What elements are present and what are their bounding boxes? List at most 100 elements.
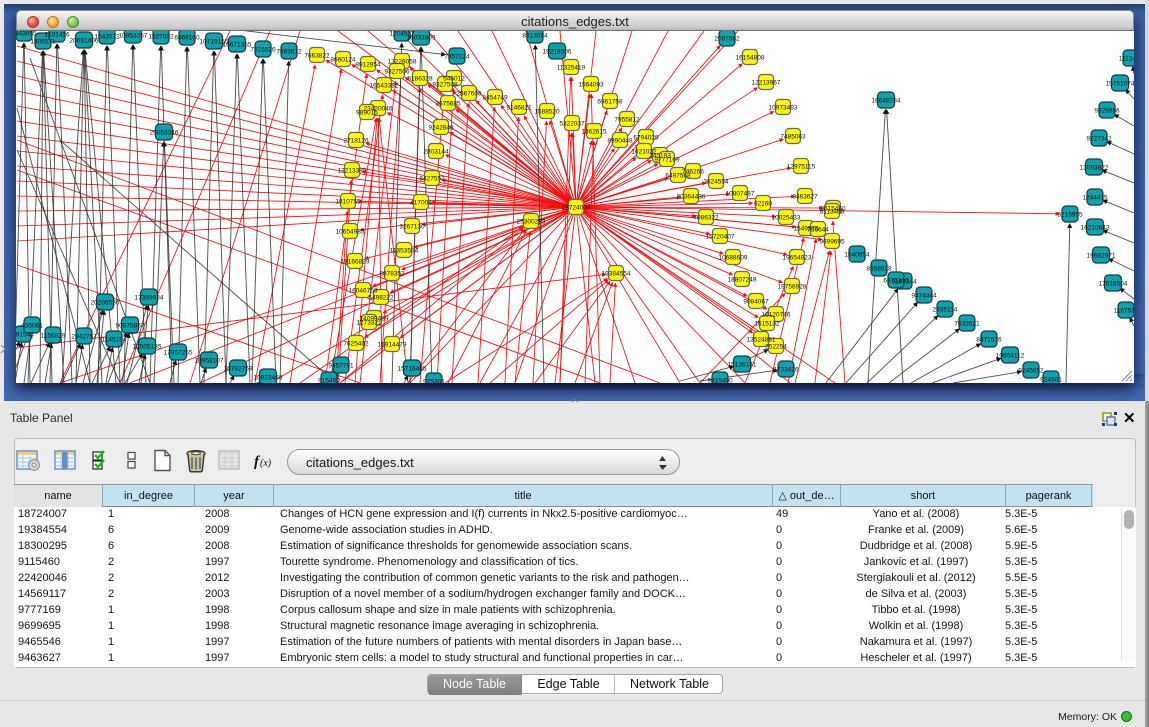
svg-text:1527602: 1527602 bbox=[148, 33, 174, 40]
svg-text:2803144: 2803144 bbox=[423, 148, 449, 155]
svg-text:16033809: 16033809 bbox=[407, 34, 436, 41]
svg-text:975301: 975301 bbox=[423, 378, 445, 383]
svg-text:7955812: 7955812 bbox=[614, 116, 640, 123]
svg-text:25300293: 25300293 bbox=[517, 218, 546, 225]
svg-text:417004: 417004 bbox=[410, 199, 432, 206]
svg-text:8427552: 8427552 bbox=[419, 175, 445, 182]
svg-text:8878352: 8878352 bbox=[379, 270, 405, 277]
svg-text:1564093: 1564093 bbox=[578, 81, 604, 88]
svg-text:1943055: 1943055 bbox=[16, 31, 37, 37]
svg-text:1615132: 1615132 bbox=[754, 320, 780, 327]
svg-text:8113468: 8113468 bbox=[820, 208, 845, 215]
svg-text:15720407: 15720407 bbox=[706, 233, 735, 240]
svg-text:16782759: 16782759 bbox=[224, 365, 253, 372]
svg-text:10958107: 10958107 bbox=[195, 357, 224, 364]
svg-text:8471676: 8471676 bbox=[976, 336, 1002, 343]
svg-text:16120746: 16120746 bbox=[762, 311, 791, 318]
svg-text:9327508: 9327508 bbox=[432, 81, 458, 88]
svg-text:10973493: 10973493 bbox=[769, 104, 798, 111]
svg-text:6961758: 6961758 bbox=[597, 98, 623, 105]
svg-text:1112409: 1112409 bbox=[1119, 55, 1134, 62]
svg-text:1588520: 1588520 bbox=[534, 108, 560, 115]
svg-text:13226058: 13226058 bbox=[388, 58, 417, 65]
svg-text:16210643: 16210643 bbox=[1081, 224, 1110, 231]
svg-text:9327506: 9327506 bbox=[384, 68, 410, 75]
svg-text:10923468: 10923468 bbox=[254, 374, 283, 381]
svg-text:9777169: 9777169 bbox=[654, 156, 680, 163]
svg-text:9242848: 9242848 bbox=[428, 124, 454, 131]
svg-text:2101456: 2101456 bbox=[44, 31, 70, 38]
svg-text:8454749: 8454749 bbox=[482, 94, 508, 101]
svg-text:18807249: 18807249 bbox=[728, 276, 757, 283]
svg-text:1043572: 1043572 bbox=[94, 33, 120, 40]
svg-text:12093822: 12093822 bbox=[1080, 164, 1109, 171]
svg-text:6497568: 6497568 bbox=[665, 172, 691, 179]
svg-text:9146821: 9146821 bbox=[506, 104, 532, 111]
svg-text:16671355: 16671355 bbox=[223, 41, 252, 48]
svg-text:10025433: 10025433 bbox=[772, 214, 801, 221]
svg-text:90975867: 90975867 bbox=[116, 322, 145, 329]
svg-text:20364436: 20364436 bbox=[677, 193, 706, 200]
svg-text:19654923: 19654923 bbox=[783, 254, 812, 261]
svg-text:10688609: 10688609 bbox=[719, 254, 748, 261]
svg-text:16046758: 16046758 bbox=[349, 287, 378, 294]
svg-text:10654985: 10654985 bbox=[336, 228, 365, 235]
svg-text:1640954: 1640954 bbox=[844, 251, 870, 258]
svg-text:8813054: 8813054 bbox=[522, 32, 548, 39]
svg-text:1167533: 1167533 bbox=[1114, 307, 1134, 314]
svg-text:7663812: 7663812 bbox=[276, 48, 302, 55]
svg-text:7625402: 7625402 bbox=[343, 340, 369, 347]
svg-text:12213389: 12213389 bbox=[338, 167, 367, 174]
svg-text:17016504: 17016504 bbox=[1099, 280, 1128, 287]
svg-text:8186328: 8186328 bbox=[407, 75, 433, 82]
svg-text:1733426: 1733426 bbox=[773, 366, 799, 373]
svg-text:6875310: 6875310 bbox=[883, 277, 909, 284]
svg-text:8215955: 8215955 bbox=[1057, 211, 1083, 218]
svg-text:3267130: 3267130 bbox=[399, 223, 425, 230]
svg-text:5322037: 5322037 bbox=[559, 120, 585, 127]
svg-text:10807487: 10807487 bbox=[726, 190, 755, 197]
svg-text:10654112: 10654112 bbox=[996, 352, 1025, 359]
svg-text:9463627: 9463627 bbox=[792, 193, 818, 200]
svg-text:(x): (x) bbox=[260, 458, 272, 469]
svg-text:11353594: 11353594 bbox=[390, 247, 419, 254]
svg-text:7663822: 7663822 bbox=[304, 52, 330, 59]
svg-text:924501: 924501 bbox=[1040, 376, 1062, 383]
svg-text:19218506: 19218506 bbox=[543, 48, 572, 55]
svg-text:16543382: 16543382 bbox=[370, 82, 399, 89]
svg-text:3624554: 3624554 bbox=[703, 178, 729, 185]
svg-text:16914479: 16914479 bbox=[378, 341, 407, 348]
svg-text:17359934: 17359934 bbox=[135, 294, 164, 301]
svg-text:1810755: 1810755 bbox=[335, 198, 361, 205]
svg-text:9084067: 9084067 bbox=[743, 298, 769, 305]
svg-text:8958928: 8958928 bbox=[866, 265, 892, 272]
svg-text:15136141: 15136141 bbox=[728, 361, 757, 368]
svg-text:19166829: 19166829 bbox=[341, 258, 370, 265]
svg-text:9245652: 9245652 bbox=[1018, 367, 1044, 374]
svg-text:9457791: 9457791 bbox=[328, 362, 354, 369]
svg-text:10853267: 10853267 bbox=[119, 32, 148, 39]
svg-text:1273321: 1273321 bbox=[356, 319, 382, 326]
svg-text:12505135: 12505135 bbox=[133, 343, 162, 350]
svg-text:15751074: 15751074 bbox=[1106, 80, 1134, 87]
svg-text:13524851: 13524851 bbox=[747, 336, 776, 343]
svg-text:12975115: 12975115 bbox=[787, 163, 816, 170]
svg-text:7515526: 7515526 bbox=[250, 46, 276, 53]
svg-text:9474444: 9474444 bbox=[911, 292, 937, 299]
svg-text:7357224: 7357224 bbox=[444, 53, 470, 60]
svg-text:1244415: 1244415 bbox=[1082, 194, 1108, 201]
svg-text:11325419: 11325419 bbox=[557, 64, 586, 71]
svg-text:2935114: 2935114 bbox=[933, 306, 958, 313]
svg-text:1405571: 1405571 bbox=[30, 38, 56, 45]
svg-text:9227342: 9227342 bbox=[1086, 135, 1112, 142]
svg-text:9329966: 9329966 bbox=[1094, 107, 1120, 114]
svg-text:16648784: 16648784 bbox=[872, 97, 901, 104]
svg-text:2942757: 2942757 bbox=[71, 333, 97, 340]
svg-text:15716485: 15716485 bbox=[398, 365, 427, 372]
svg-text:9699695: 9699695 bbox=[819, 238, 845, 245]
svg-text:1156829: 1156829 bbox=[41, 332, 66, 339]
svg-text:62160: 62160 bbox=[754, 200, 772, 207]
svg-text:2087682: 2087682 bbox=[714, 35, 740, 42]
svg-text:19692971: 19692971 bbox=[1087, 252, 1116, 259]
svg-text:989015: 989015 bbox=[356, 109, 378, 116]
